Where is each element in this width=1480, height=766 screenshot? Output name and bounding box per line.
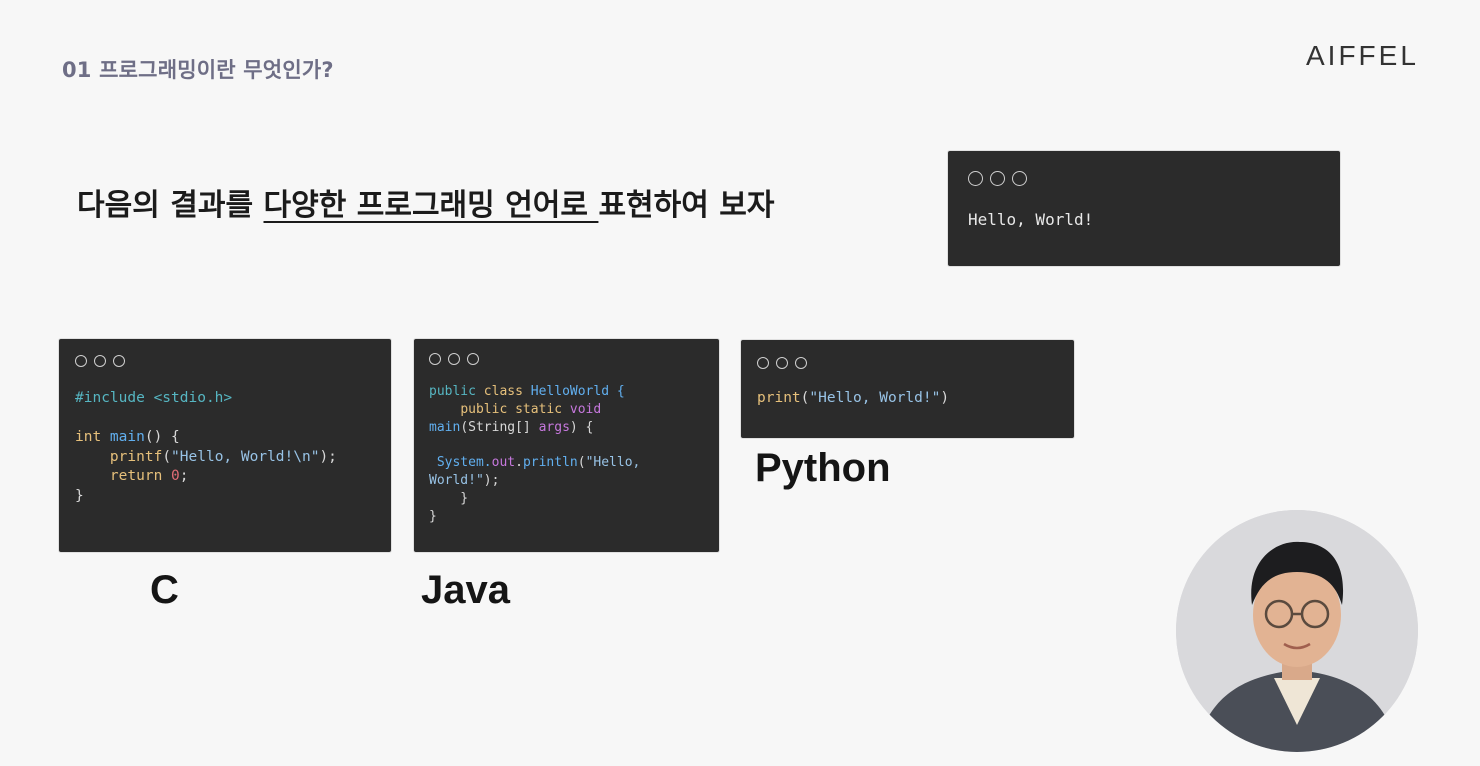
c-code-terminal: #include <stdio.h> int main() { printf("…: [59, 339, 391, 552]
code-token: print: [757, 390, 801, 406]
code-token: static: [515, 401, 563, 417]
output-terminal: Hello, World!: [948, 151, 1340, 266]
code-token: }: [75, 487, 84, 504]
code-token: "Hello, World!": [809, 390, 941, 406]
window-dots: [429, 353, 704, 365]
code-token: HelloWorld {: [522, 384, 625, 399]
window-dot-icon: [75, 355, 87, 367]
code-token: .: [515, 455, 523, 471]
window-dots: [757, 357, 1058, 369]
output-text: Hello, World!: [968, 210, 1094, 229]
code-token: void: [569, 401, 602, 417]
section-title: 01 프로그래밍이란 무엇인가?: [62, 58, 334, 82]
c-language-label: C: [150, 568, 179, 612]
code-token: class: [483, 384, 523, 399]
java-code-terminal: public class HelloWorld { public static …: [414, 339, 719, 552]
code-token: out: [491, 455, 516, 471]
window-dot-icon: [990, 171, 1005, 186]
code-token: (: [577, 455, 586, 471]
code-token: ;: [179, 468, 189, 484]
code-token: public: [460, 401, 508, 417]
java-code-block: public class HelloWorld { public static …: [429, 383, 704, 525]
window-dots: [968, 171, 1320, 186]
code-token: public: [429, 384, 476, 399]
code-token: main: [429, 419, 461, 435]
headline: 다음의 결과를 다양한 프로그래밍 언어로 표현하여 보자: [77, 180, 774, 224]
code-token: ) {: [569, 419, 594, 435]
code-token: 0: [171, 468, 180, 484]
window-dot-icon: [795, 357, 807, 369]
code-token: return: [109, 468, 163, 484]
java-language-label: Java: [421, 568, 510, 612]
code-token: int: [75, 429, 102, 445]
code-token: );: [319, 448, 337, 465]
presenter-avatar-icon: [1176, 510, 1418, 752]
window-dot-icon: [757, 357, 769, 369]
python-code-block: print("Hello, World!"): [757, 389, 1058, 409]
code-token: args: [538, 419, 570, 435]
aiffel-logo: AIFFEL: [1306, 40, 1419, 71]
window-dots: [75, 355, 375, 367]
code-token: (: [162, 448, 172, 465]
python-code-terminal: print("Hello, World!"): [741, 340, 1074, 438]
window-dot-icon: [1012, 171, 1027, 186]
code-token: () {: [144, 429, 180, 445]
code-token: );: [483, 472, 500, 488]
window-dot-icon: [968, 171, 983, 186]
headline-underlined: 다양한 프로그래밍 언어로: [263, 188, 599, 223]
python-language-label: Python: [755, 446, 891, 490]
code-token: printf: [109, 448, 163, 465]
c-code-block: #include <stdio.h> int main() { printf("…: [75, 389, 375, 506]
code-token: println: [522, 455, 578, 471]
window-dot-icon: [113, 355, 125, 367]
code-token: }: [429, 490, 469, 506]
window-dot-icon: [429, 353, 441, 365]
window-dot-icon: [94, 355, 106, 367]
headline-part2: 표현하여 보자: [598, 188, 775, 223]
code-token: System.: [436, 455, 492, 471]
presenter-webcam: [1176, 510, 1418, 752]
code-token: #include <stdio.h>: [75, 390, 233, 406]
code-token: World!": [429, 472, 484, 488]
code-token: ): [940, 390, 950, 406]
window-dot-icon: [776, 357, 788, 369]
code-token: (String[]: [460, 419, 539, 435]
headline-part1: 다음의 결과를: [77, 188, 264, 223]
window-dot-icon: [448, 353, 460, 365]
code-token: main: [101, 429, 145, 445]
code-token: "Hello,: [585, 455, 641, 471]
window-dot-icon: [467, 353, 479, 365]
code-token: }: [429, 508, 437, 524]
code-token: "Hello, World!\n": [171, 448, 320, 465]
